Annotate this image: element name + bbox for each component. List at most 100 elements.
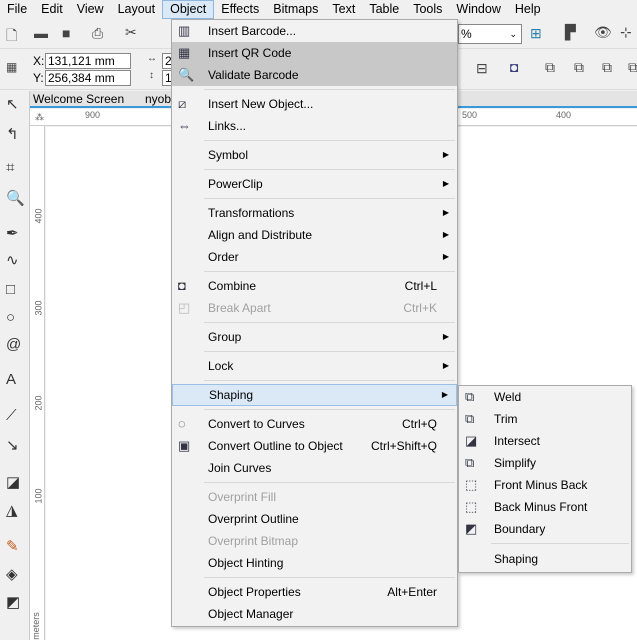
crop-tool-icon[interactable]: ⌗ xyxy=(6,159,14,176)
open-icon[interactable]: ▬ xyxy=(34,25,48,41)
zoom-level-select[interactable]: % ⌄ xyxy=(458,24,522,44)
menu-item-label: Boundary xyxy=(494,522,546,536)
menu-item-shaping[interactable]: Shaping xyxy=(459,548,631,570)
menu-item-links[interactable]: ⇔ Links... xyxy=(172,115,457,137)
ruler-unit: meters xyxy=(30,612,41,640)
trim-icon: ⧉ xyxy=(465,411,475,426)
drop-shadow-tool-icon[interactable]: ◪ xyxy=(6,473,20,491)
menu-item-powerclip[interactable]: PowerClip ▶ xyxy=(172,173,457,195)
pick-tool-icon[interactable]: ↖ xyxy=(6,95,19,113)
intersect-icon[interactable]: ⧉ xyxy=(602,59,612,76)
menu-edit[interactable]: Edit xyxy=(34,0,70,19)
weld-icon: ⧉ xyxy=(465,389,475,404)
new-document-icon[interactable]: 🗋 xyxy=(6,25,17,49)
menu-window[interactable]: Window xyxy=(449,0,507,19)
y-label: Y: xyxy=(33,71,44,85)
submenu-arrow-icon: ▶ xyxy=(442,208,449,217)
menu-table[interactable]: Table xyxy=(362,0,406,19)
menu-item-trim[interactable]: ⧉ Trim xyxy=(459,408,631,430)
menu-tools[interactable]: Tools xyxy=(406,0,449,19)
combine-icon[interactable]: ◘ xyxy=(510,59,518,75)
menu-separator xyxy=(172,377,457,384)
menu-item-group[interactable]: Group ▶ xyxy=(172,326,457,348)
back-minus-front-icon: ⬚ xyxy=(465,499,478,514)
menu-item-insert-qr-code[interactable]: ▦ Insert QR Code xyxy=(172,42,457,64)
ruler-label: 400 xyxy=(33,208,44,224)
guidelines-icon[interactable]: ⊹ xyxy=(620,24,632,41)
menu-item-insert-new-object[interactable]: ⧄ Insert New Object... xyxy=(172,93,457,115)
x-position-field[interactable]: 131,121 mm xyxy=(45,53,131,69)
cut-icon[interactable]: ✂ xyxy=(125,24,137,41)
reference-point-icon[interactable]: ▦ xyxy=(6,60,17,74)
menu-item-convert-outline-to-object[interactable]: ▣ Convert Outline to Object Ctrl+Shift+Q xyxy=(172,435,457,457)
rectangle-tool-icon[interactable]: □ xyxy=(6,281,15,298)
menu-item-object-manager[interactable]: Object Manager xyxy=(172,603,457,625)
menu-item-weld[interactable]: ⧉ Weld xyxy=(459,386,631,408)
menu-item-align-and-distribute[interactable]: Align and Distribute ▶ xyxy=(172,224,457,246)
dimension-tool-icon[interactable]: ⟋ xyxy=(6,407,17,424)
menu-item-combine[interactable]: ◘ Combine Ctrl+L xyxy=(172,275,457,297)
menu-item-overprint-bitmap[interactable]: Overprint Bitmap xyxy=(172,530,457,552)
menu-item-validate-barcode[interactable]: 🔍 Validate Barcode xyxy=(172,64,457,86)
insert-object-icon: ⧄ xyxy=(178,96,187,111)
save-icon[interactable]: ■ xyxy=(62,25,70,41)
grid-icon[interactable]: 👁 xyxy=(594,24,612,41)
connector-tool-icon[interactable]: ↘ xyxy=(6,436,19,454)
menu-item-label: Insert Barcode... xyxy=(208,24,297,38)
shape-tool-icon[interactable]: ↰ xyxy=(6,125,19,143)
menu-separator xyxy=(172,574,457,581)
menu-item-insert-barcode[interactable]: ▥ Insert Barcode... xyxy=(172,20,457,42)
menu-item-intersect[interactable]: ◪ Intersect xyxy=(459,430,631,452)
menu-help[interactable]: Help xyxy=(508,0,548,19)
full-screen-preview-icon[interactable]: ⊞ xyxy=(530,25,542,42)
menu-item-label: Object Manager xyxy=(208,607,294,621)
y-position-field[interactable]: 256,384 mm xyxy=(45,70,131,86)
rulers-icon[interactable]: ▛ xyxy=(565,24,576,41)
align-icon[interactable]: ⊟ xyxy=(476,60,488,77)
menu-file[interactable]: File xyxy=(0,0,34,19)
menu-item-object-properties[interactable]: Object Properties Alt+Enter xyxy=(172,581,457,603)
submenu-arrow-icon: ▶ xyxy=(442,179,449,188)
text-tool-icon[interactable]: A xyxy=(6,371,16,388)
fill-tool-icon[interactable]: ◈ xyxy=(6,565,18,583)
simplify-icon[interactable]: ⧉ xyxy=(628,59,637,76)
menu-item-symbol[interactable]: Symbol ▶ xyxy=(172,144,457,166)
print-icon[interactable]: ⎙ xyxy=(92,25,103,42)
menu-item-overprint-outline[interactable]: Overprint Outline xyxy=(172,508,457,530)
artistic-media-icon[interactable]: ∿ xyxy=(6,251,19,269)
menu-item-boundary[interactable]: ◩ Boundary xyxy=(459,518,631,540)
polygon-tool-icon[interactable]: @ xyxy=(6,336,21,353)
menu-view[interactable]: View xyxy=(70,0,111,19)
menu-item-order[interactable]: Order ▶ xyxy=(172,246,457,268)
menu-item-overprint-fill[interactable]: Overprint Fill xyxy=(172,486,457,508)
tab-welcome-screen[interactable]: Welcome Screen xyxy=(33,92,124,106)
menu-object[interactable]: Object xyxy=(162,0,215,19)
freehand-tool-icon[interactable]: ✒ xyxy=(6,224,19,242)
menu-item-simplify[interactable]: ⧉ Simplify xyxy=(459,452,631,474)
trim-icon[interactable]: ⧉ xyxy=(574,59,584,76)
ruler-origin-icon[interactable]: ⁂ xyxy=(35,112,44,123)
submenu-arrow-icon: ▶ xyxy=(442,252,449,261)
menu-item-object-hinting[interactable]: Object Hinting xyxy=(172,552,457,574)
menu-text[interactable]: Text xyxy=(325,0,362,19)
menu-item-break-apart[interactable]: ◰ Break Apart Ctrl+K xyxy=(172,297,457,319)
smart-fill-icon[interactable]: ◩ xyxy=(6,593,20,611)
menu-item-front-minus-back[interactable]: ⬚ Front Minus Back xyxy=(459,474,631,496)
weld-icon[interactable]: ⧉ xyxy=(545,59,555,76)
menu-effects[interactable]: Effects xyxy=(214,0,266,19)
menu-item-lock[interactable]: Lock ▶ xyxy=(172,355,457,377)
eyedropper-tool-icon[interactable]: ✎ xyxy=(6,537,19,555)
menu-item-shaping[interactable]: Shaping ▶ xyxy=(172,384,457,406)
menu-bitmaps[interactable]: Bitmaps xyxy=(266,0,325,19)
ruler-label: 100 xyxy=(33,488,44,504)
menu-layout[interactable]: Layout xyxy=(111,0,163,19)
ellipse-tool-icon[interactable]: ○ xyxy=(6,309,15,326)
menu-item-join-curves[interactable]: Join Curves xyxy=(172,457,457,479)
tab-document[interactable]: nyob xyxy=(145,92,171,106)
zoom-tool-icon[interactable]: 🔍 xyxy=(6,189,25,207)
menu-item-back-minus-front[interactable]: ⬚ Back Minus Front xyxy=(459,496,631,518)
menu-item-transformations[interactable]: Transformations ▶ xyxy=(172,202,457,224)
menu-item-convert-to-curves[interactable]: ◌ Convert to Curves Ctrl+Q xyxy=(172,413,457,435)
menu-item-label: Links... xyxy=(208,119,247,133)
transparency-tool-icon[interactable]: ◮ xyxy=(6,501,18,519)
